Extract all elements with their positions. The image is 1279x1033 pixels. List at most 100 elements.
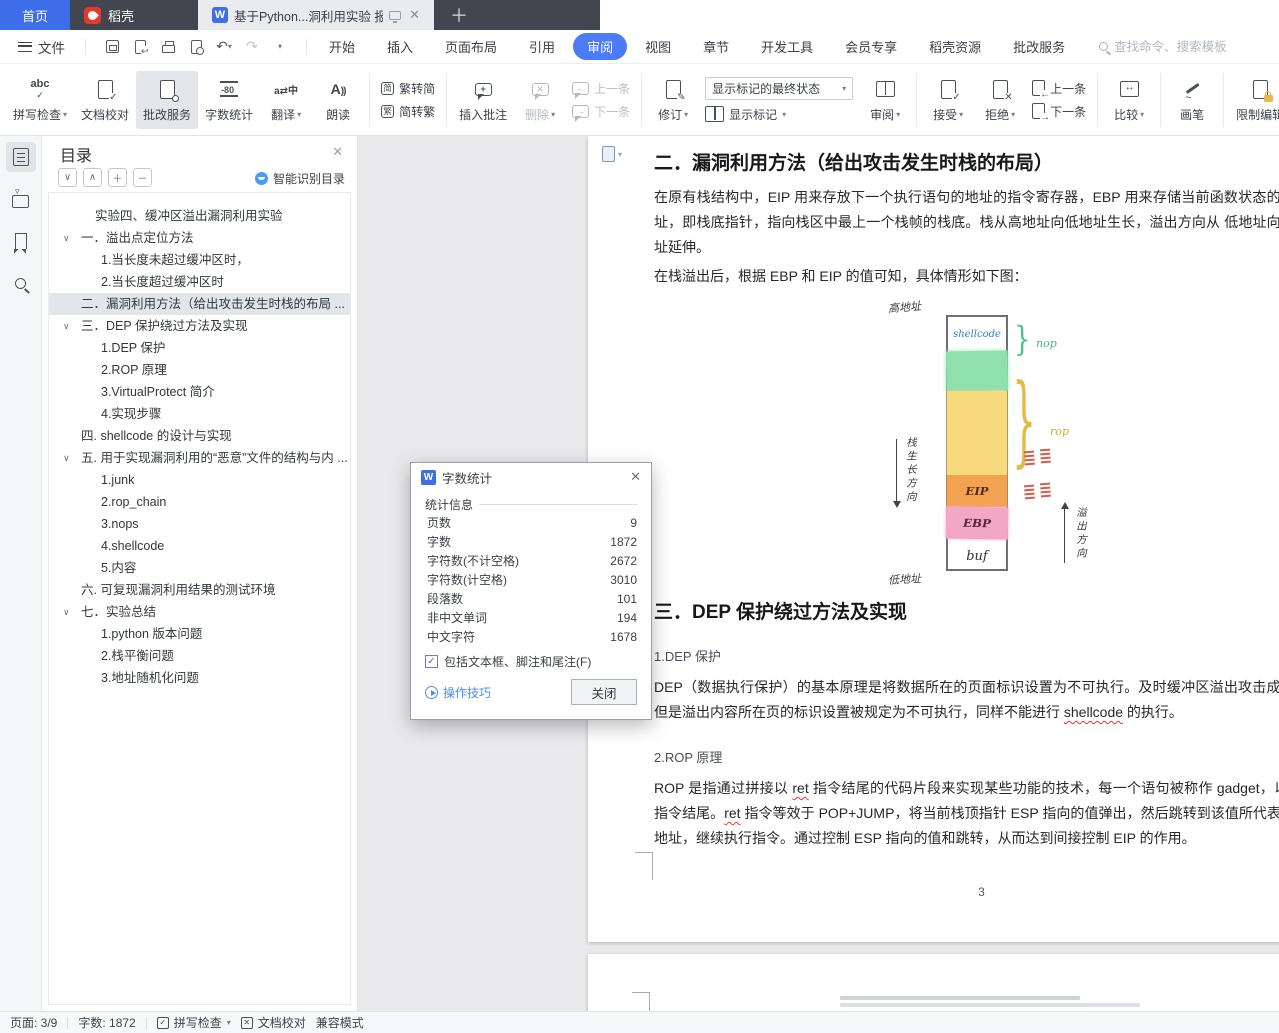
delete-comment-button[interactable]: ✕ 删除 ▾ (514, 71, 566, 129)
menu-tab-8[interactable]: 开发工具 (747, 33, 827, 60)
spell-check-button[interactable]: abc ✓ 拼写检查 ▾ (6, 71, 74, 129)
menu-tab-7[interactable]: 章节 (689, 33, 743, 60)
command-search[interactable] (1099, 39, 1275, 54)
find-panel-button[interactable] (6, 268, 36, 298)
expand-all-button[interactable]: ＋ (108, 168, 127, 187)
chevron-down-icon[interactable]: ∨ (63, 601, 70, 623)
read-aloud-button[interactable]: A)) 朗读 (312, 71, 364, 129)
expand-down-button[interactable]: ∨ (58, 168, 77, 187)
simp-to-trad-button[interactable]: 繁简转繁 (381, 103, 435, 120)
word-count-button[interactable]: 字数统计 (198, 71, 260, 129)
tab-document[interactable]: W 基于Python...洞利用实验 报告 ✕ (198, 0, 434, 30)
insert-comment-button[interactable]: + 插入批注 (452, 71, 514, 129)
close-dialog-icon[interactable]: ✕ (630, 469, 641, 485)
prev-comment-button[interactable]: ← 上一条 (572, 80, 630, 99)
toc-item[interactable]: ∨ 七．实验总结 (49, 601, 350, 623)
menu-tab-2[interactable]: 插入 (373, 33, 427, 60)
markup-state-select[interactable]: 显示标记的最终状态 ▾ (705, 76, 854, 100)
collapse-all-button[interactable]: － (133, 168, 152, 187)
undo-button[interactable]: ↶ ▾ (216, 38, 232, 55)
comment-nav-group: ← 上一条 → 下一条 (566, 80, 636, 122)
redo-button[interactable]: ↷ (244, 38, 260, 55)
toc-item[interactable]: 二．漏洞利用方法（给出攻击发生时栈的布局 ... (49, 293, 350, 315)
toc-item[interactable]: ∨ 五. 用于实现漏洞利用的“恶意”文件的结构与内 ... (49, 447, 350, 469)
present-mode-icon[interactable] (389, 10, 402, 23)
reject-change-button[interactable]: ✕ 拒绝 ▾ (974, 71, 1026, 129)
document-proofing-button[interactable]: ✓ 文档校对 (74, 71, 136, 129)
menu-tab-6[interactable]: 视图 (631, 33, 685, 60)
next-change-button[interactable]: → 下一条 (1032, 103, 1086, 123)
save-button[interactable] (104, 39, 120, 55)
proofing-toggle[interactable]: ✕ 文档校对 (240, 1014, 306, 1031)
toc-item[interactable]: 3.VirtualProtect 简介 (49, 381, 350, 403)
include-footnotes-checkbox[interactable]: ✓ 包括文本框、脚注和尾注(F) (425, 653, 637, 670)
close-tab-icon[interactable]: ✕ (407, 7, 420, 23)
toc-item[interactable]: 六. 可复现漏洞利用结果的测试环境 (49, 579, 350, 601)
collapse-toolbar-icon[interactable]: ▾ (272, 39, 288, 55)
translate-button[interactable]: a⇄中 翻译 ▾ (260, 71, 312, 129)
track-changes-button[interactable]: ✎ 修订 ▾ (647, 71, 699, 129)
menu-tab-9[interactable]: 会员专享 (831, 33, 911, 60)
toc-item[interactable]: 2.当长度超过缓冲区时 (49, 271, 350, 293)
review-service-icon (159, 76, 179, 102)
print-button[interactable] (160, 39, 176, 55)
smart-toc-button[interactable]: 智能识别目录 (254, 170, 345, 187)
review-service-button[interactable]: 批改服务 (136, 70, 199, 129)
toc-item[interactable]: ∨ 一．溢出点定位方法 (49, 227, 350, 249)
chevron-down-icon[interactable]: ∨ (63, 315, 70, 337)
toc-item[interactable]: 2.栈平衡问题 (49, 645, 350, 667)
close-button[interactable]: 关闭 (571, 679, 637, 705)
toc-item[interactable]: 四. shellcode 的设计与实现 (49, 425, 350, 447)
toc-item[interactable]: 1.junk (49, 469, 350, 491)
toc-item[interactable]: 2.rop_chain (49, 491, 350, 513)
spell-check-toggle[interactable]: ✓ 拼写检查 ▾ (156, 1014, 231, 1031)
page-quick-menu-button[interactable]: ▾ (602, 146, 622, 162)
comments-panel-button[interactable] (6, 184, 36, 214)
show-markup-button[interactable]: 显示标记 ▾ (705, 106, 853, 123)
toc-item[interactable]: 4.实现步骤 (49, 403, 350, 425)
protect-group: 限制编辑 文档权限 文档 (1229, 69, 1279, 131)
menu-tab-3[interactable]: 页面布局 (431, 33, 511, 60)
ink-button[interactable]: 画笔 (1166, 71, 1218, 129)
toc-panel-button[interactable] (5, 142, 36, 172)
toc-item[interactable]: 3.地址随机化问题 (49, 667, 350, 689)
menu-tab-1[interactable]: 开始 (315, 33, 369, 60)
trad-to-simp-button[interactable]: 简繁转简 (381, 80, 435, 97)
chevron-down-icon[interactable]: ∨ (63, 227, 70, 249)
prev-change-button[interactable]: ← 上一条 (1032, 80, 1086, 100)
tab-home[interactable]: 首页 (0, 0, 70, 30)
menu-tab-5[interactable]: 审阅 (573, 33, 628, 60)
dialog-title-bar[interactable]: W 字数统计 ✕ (411, 463, 651, 491)
toc-item[interactable]: ∨ 三．DEP 保护绕过方法及实现 (49, 315, 350, 337)
restrict-editing-button[interactable]: 限制编辑 (1229, 71, 1279, 129)
menu-tab-4[interactable]: 引用 (515, 33, 569, 60)
toc-item[interactable]: 1.DEP 保护 (49, 337, 350, 359)
document-page-3[interactable]: 二．漏洞利用方法（给出攻击发生时栈的布局） 在原有栈结构中，EIP 用来存放下一… (588, 136, 1279, 942)
toc-item[interactable]: 4.shellcode (49, 535, 350, 557)
menu-tab-10[interactable]: 稻壳资源 (915, 33, 995, 60)
close-panel-icon[interactable]: ✕ (332, 144, 343, 160)
word-count-indicator[interactable]: 字数: 1872 (78, 1014, 135, 1031)
collapse-up-button[interactable]: ∧ (83, 168, 102, 187)
print-preview-button[interactable] (188, 39, 204, 55)
chevron-down-icon[interactable]: ∨ (63, 447, 70, 469)
toc-item[interactable]: 1.当长度未超过缓冲区时， (49, 249, 350, 271)
review-pane-button[interactable]: 审阅 ▾ (859, 71, 911, 129)
toc-item[interactable]: 实验四、缓冲区溢出漏洞利用实验 (49, 205, 350, 227)
bookmark-panel-button[interactable] (6, 226, 36, 256)
next-comment-button[interactable]: → 下一条 (572, 103, 630, 122)
accept-change-button[interactable]: ✓ 接受 ▾ (922, 71, 974, 129)
toc-item[interactable]: 2.ROP 原理 (49, 359, 350, 381)
tab-docer[interactable]: 稻壳 (70, 0, 198, 30)
export-pdf-button[interactable] (132, 39, 149, 57)
file-menu-button[interactable]: 文件 (0, 37, 79, 57)
toc-item[interactable]: 5.内容 (49, 557, 350, 579)
tips-link[interactable]: 操作技巧 (425, 684, 491, 701)
menu-tab-11[interactable]: 批改服务 (999, 33, 1079, 60)
toc-item[interactable]: 1.python 版本问题 (49, 623, 350, 645)
search-input[interactable] (1114, 39, 1275, 54)
toc-item[interactable]: 3.nops (49, 513, 350, 535)
new-tab-button[interactable]: ＋ (434, 0, 484, 30)
document-page-4[interactable] (588, 954, 1279, 1011)
compare-button[interactable]: 比较▾ (1103, 71, 1155, 129)
